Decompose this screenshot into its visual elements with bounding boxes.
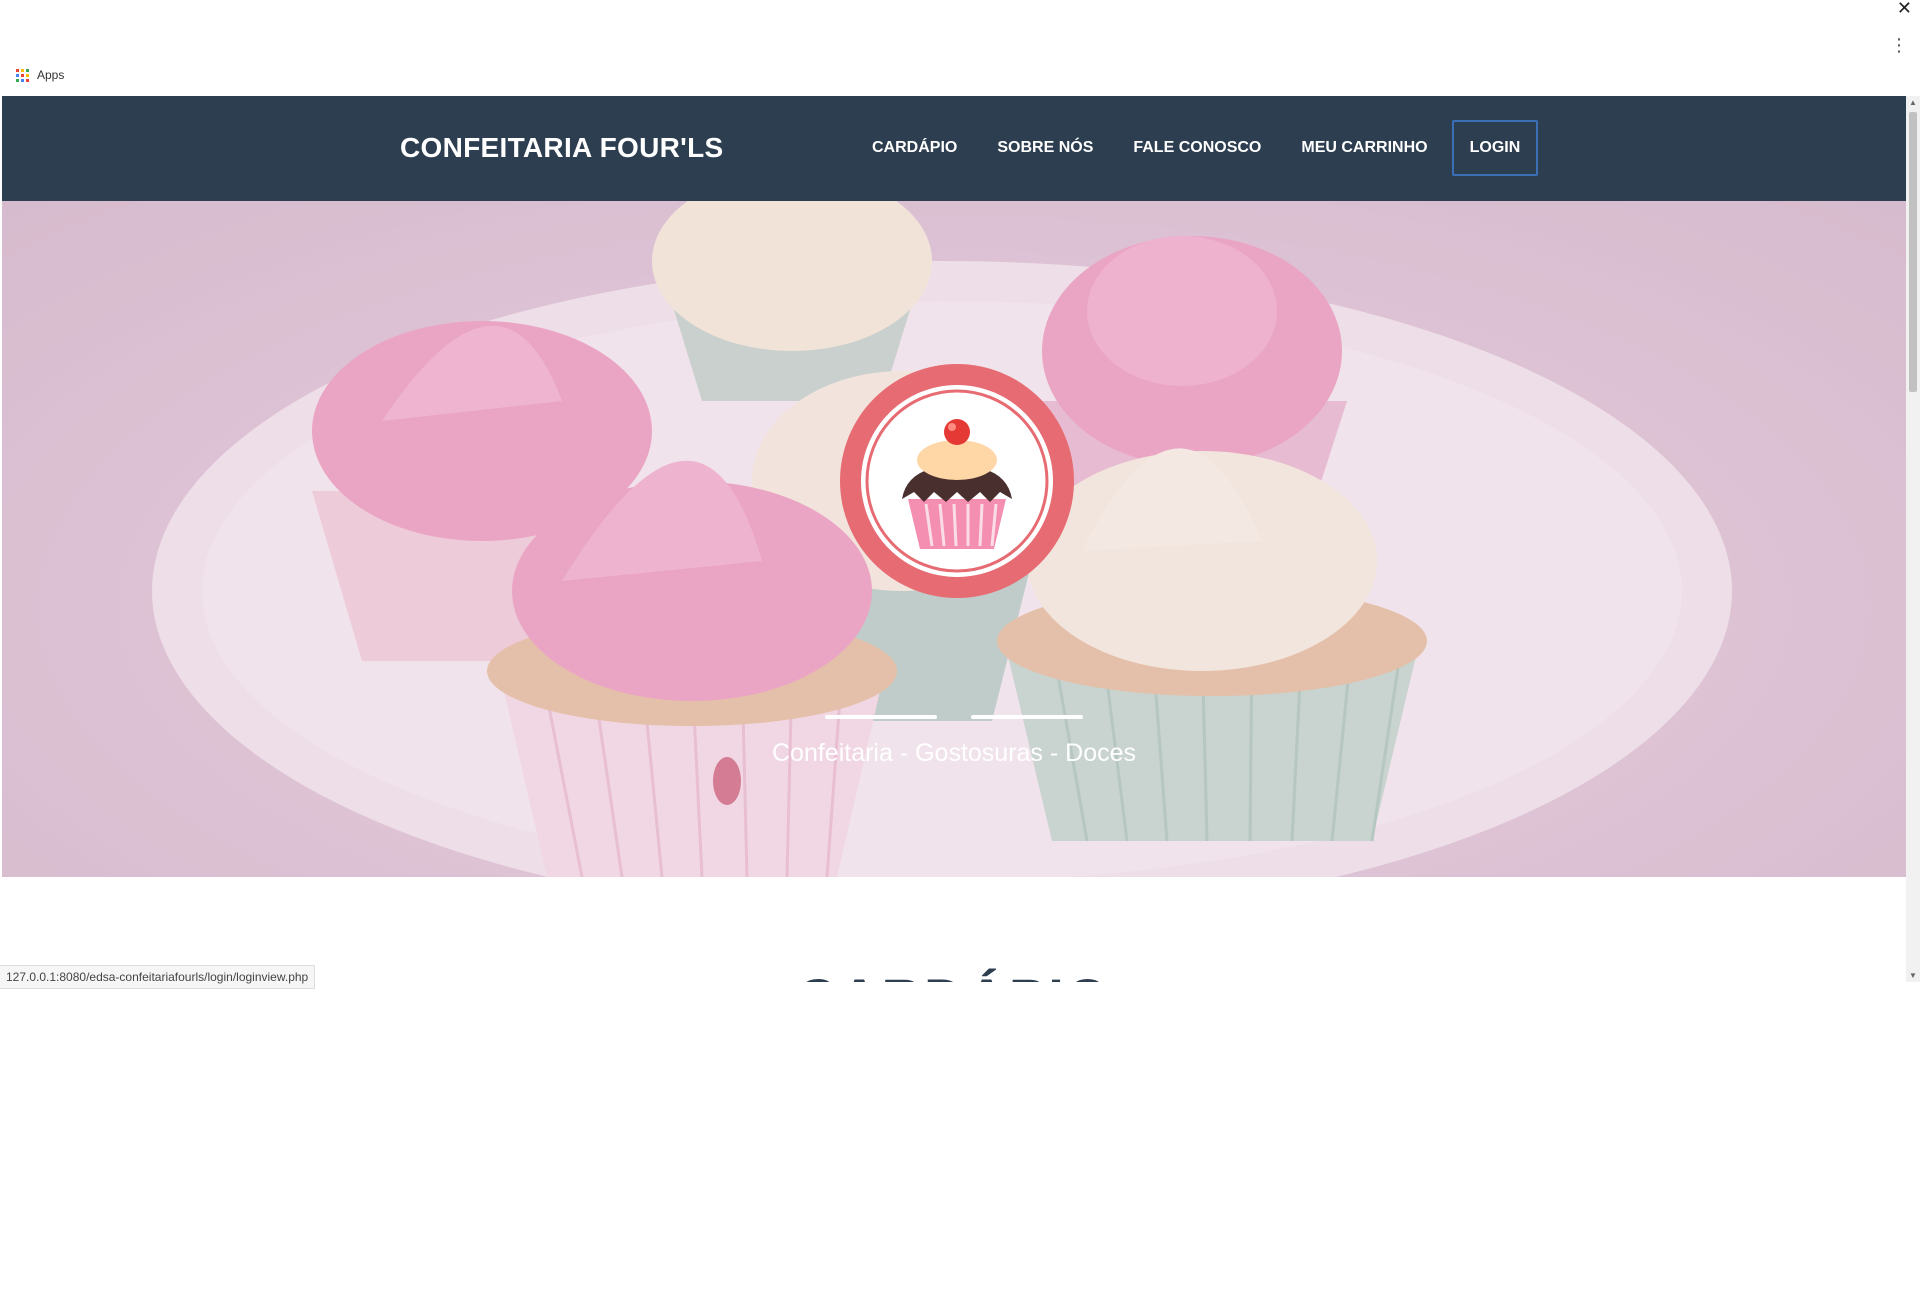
page-viewport: CONFEITARIA FOUR'LS CARDÁPIO SOBRE NÓS F… [2, 96, 1906, 982]
cupcake-logo-icon [840, 364, 1074, 598]
nav-item-cardapio[interactable]: CARDÁPIO [852, 121, 977, 175]
brand-title[interactable]: CONFEITARIA FOUR'LS [400, 132, 723, 164]
bookmark-apps[interactable]: Apps [16, 68, 64, 82]
nav-menu: CARDÁPIO SOBRE NÓS FALE CONOSCO MEU CARR… [852, 120, 1539, 176]
hero-divider-right [971, 715, 1083, 719]
nav-item-fale-conosco[interactable]: FALE CONOSCO [1113, 121, 1281, 175]
apps-grid-icon [16, 68, 29, 82]
nav-item-sobre-nos[interactable]: SOBRE NÓS [977, 121, 1113, 175]
hero-tagline: Confeitaria - Gostosuras - Doces [771, 739, 1137, 767]
bookmark-apps-label: Apps [37, 68, 65, 82]
page-scrollbar[interactable]: ▲ ▼ [1906, 96, 1920, 982]
close-icon[interactable]: ✕ [1897, 0, 1912, 17]
scroll-down-icon[interactable]: ▼ [1909, 971, 1917, 980]
browser-menu-icon[interactable]: ⋮ [1890, 36, 1908, 54]
status-url-bar: 127.0.0.1:8080/edsa-confeitariafourls/lo… [0, 965, 316, 989]
navbar: CONFEITARIA FOUR'LS CARDÁPIO SOBRE NÓS F… [2, 96, 1906, 201]
hero-banner: Confeitaria - Gostosuras - Doces [2, 201, 1906, 877]
scrollbar-thumb[interactable] [1909, 112, 1917, 392]
login-button[interactable]: LOGIN [1451, 120, 1539, 176]
browser-chrome: ✕ ⋮ Apps [0, 0, 1920, 96]
hero-divider-left [825, 715, 937, 719]
nav-item-meu-carrinho[interactable]: MEU CARRINHO [1281, 121, 1447, 175]
scroll-up-icon[interactable]: ▲ [1909, 98, 1917, 107]
